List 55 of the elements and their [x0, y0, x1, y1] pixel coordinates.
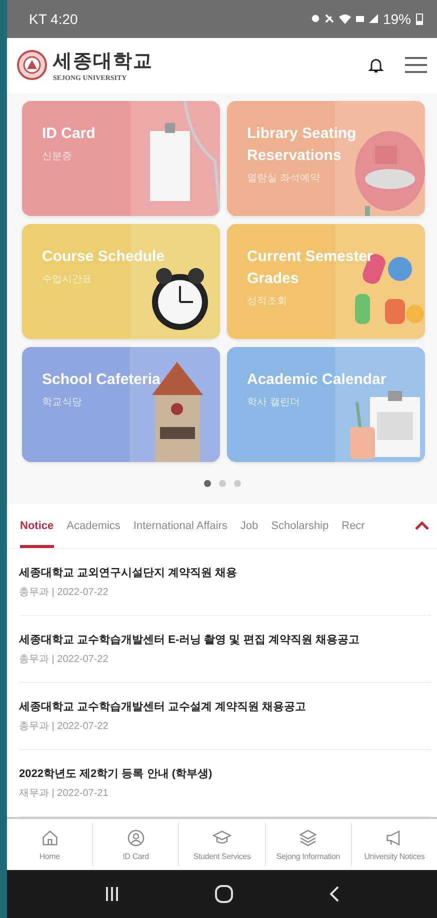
- notice-title[interactable]: 세종대학교 교수학습개발센터 E-러닝 촬영 및 편집 계약직원 채용공고: [19, 632, 431, 647]
- category-tab[interactable]: Scholarship: [271, 504, 329, 548]
- page-dot[interactable]: [204, 480, 210, 487]
- card-title: Course Schedule: [42, 247, 166, 268]
- card-subtitle: 성적조회: [247, 294, 288, 308]
- card-title: Academic Calendar: [247, 370, 387, 390]
- nav-label[interactable]: University Notices: [364, 852, 425, 862]
- wifi-icon: [338, 14, 351, 24]
- card-subtitle: 수업시간표: [42, 272, 93, 286]
- page-dot[interactable]: [234, 480, 240, 487]
- nav-label[interactable]: ID Card: [122, 852, 149, 862]
- category-tab[interactable]: International Affairs: [133, 504, 228, 548]
- notice-meta: 총무과 | 2022-07-22: [19, 586, 110, 599]
- card-subtitle: 학사 캘린더: [247, 396, 301, 409]
- mute-icon: [324, 14, 334, 24]
- notice-title[interactable]: 세종대학교 교수학습개발센터 교수설계 계약직원 채용공고: [19, 698, 431, 714]
- card-title: Library Seating Reservations: [247, 124, 358, 166]
- menu-icon[interactable]: [405, 56, 427, 74]
- card-title: School Cafeteria: [42, 370, 162, 390]
- home-icon: [40, 828, 60, 848]
- battery-percent: 19%: [382, 10, 411, 27]
- card-subtitle: 신분증: [42, 150, 73, 163]
- nav-label[interactable]: Home: [39, 852, 60, 862]
- card-subtitle: 열람실 좌석예약: [247, 172, 321, 185]
- battery-icon: [416, 12, 423, 25]
- signal-icon: [368, 14, 378, 24]
- nav-label[interactable]: Student Services: [193, 852, 251, 862]
- card-title: ID Card: [42, 124, 96, 144]
- card-subtitle: 학교식당: [42, 396, 83, 409]
- university-name: 세종대학교: [53, 50, 154, 74]
- back-icon[interactable]: [328, 885, 340, 904]
- card-title: Current Semester Grades: [247, 247, 374, 289]
- university-seal-icon: [17, 50, 47, 80]
- notice-meta: 총무과 | 2022-07-22: [19, 652, 110, 666]
- carrier-time: KT 4:20: [29, 10, 78, 27]
- notice-meta: 재무과 | 2022-07-21: [19, 786, 110, 800]
- bell-icon[interactable]: [367, 56, 385, 74]
- notice-meta: 총무과 | 2022-07-22: [19, 720, 110, 733]
- layers-icon: [298, 828, 318, 848]
- category-tab[interactable]: Job: [240, 504, 258, 548]
- category-tab[interactable]: Notice: [20, 504, 54, 548]
- menu-card[interactable]: ID Card 신분증: [22, 101, 220, 216]
- category-tab[interactable]: Recr: [342, 504, 365, 548]
- nav-label[interactable]: Sejong Information: [276, 852, 340, 862]
- recent-apps-icon[interactable]: [104, 886, 120, 902]
- menu-card[interactable]: Library Seating Reservations 열람실 좌석예약: [227, 101, 425, 216]
- notice-title[interactable]: 2022학년도 제2학기 등록 안내 (학부생): [19, 766, 431, 781]
- page-dot[interactable]: [218, 480, 226, 487]
- notice-title[interactable]: 세종대학교 교외연구시설단지 계약직원 채용: [19, 564, 431, 580]
- home-icon[interactable]: [214, 884, 234, 904]
- menu-card[interactable]: Academic Calendar 학사 캘린더: [227, 347, 425, 462]
- chevron-up-icon[interactable]: [415, 520, 429, 531]
- category-tab[interactable]: Academics: [66, 504, 120, 548]
- menu-card[interactable]: School Cafeteria 학교식당: [22, 347, 220, 462]
- person-icon: [126, 828, 146, 848]
